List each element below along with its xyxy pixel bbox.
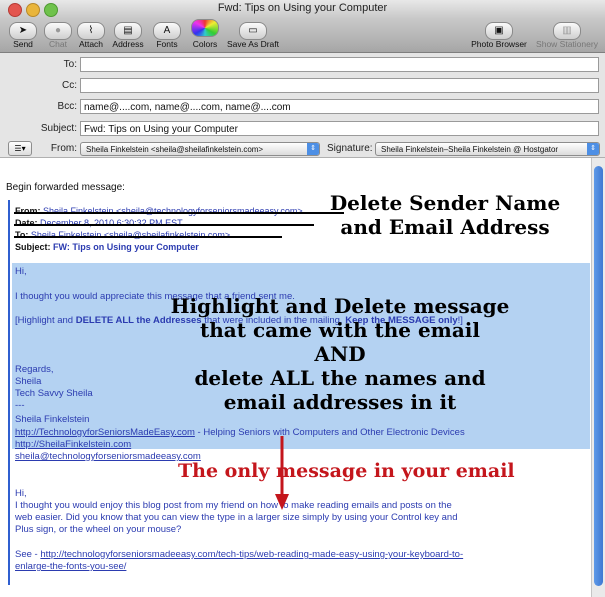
subject-row: Subject: Fwd: Tips on Using your Compute…	[0, 120, 605, 138]
compose-toolbar: ➤ Send ● Chat ⌇ Attach ▤ Address A Fonts…	[0, 18, 605, 53]
body-line-2: web easier. Did you know that you can vi…	[15, 512, 458, 523]
colors-button[interactable]: Colors	[190, 19, 220, 49]
chevron-updown-icon: ⇕	[587, 143, 599, 155]
body-line-1: I thought you would enjoy this blog post…	[15, 500, 452, 511]
photo-browser-icon: ▣	[470, 19, 528, 40]
subject-field[interactable]: Fwd: Tips on Using your Computer	[80, 121, 599, 136]
send-icon: ➤	[8, 19, 38, 40]
regards-text: Regards,	[15, 364, 54, 375]
signature-email-link[interactable]: sheila@technologyforseniorsmadeeasy.com	[15, 451, 201, 462]
signature-title: Tech Savvy Sheila	[15, 388, 93, 399]
from-select[interactable]: Sheila Finkelstein <sheila@sheilafinkels…	[80, 142, 320, 156]
fonts-button[interactable]: A Fonts	[152, 19, 182, 49]
body-line-3: Plus sign, or the wheel on your mouse?	[15, 524, 182, 535]
see-line: See - http://technologyforseniorsmadeeas…	[15, 549, 464, 560]
signature-link-sheila[interactable]: http://SheilaFinkelstein.com	[15, 439, 131, 450]
paperclip-icon: ⌇	[76, 19, 106, 40]
attach-button[interactable]: ⌇ Attach	[76, 19, 106, 49]
save-draft-icon: ▭	[224, 19, 282, 40]
blog-post-link[interactable]: http://technologyforseniorsmadeeasy.com/…	[40, 549, 463, 560]
vertical-scrollbar[interactable]	[591, 158, 605, 597]
forwarded-from-line: From: Sheila Finkelstein <sheila@technol…	[15, 206, 303, 216]
photo-browser-button[interactable]: ▣ Photo Browser	[470, 19, 528, 49]
annotation-highlight-delete: Highlight and Delete message that came w…	[170, 294, 510, 414]
annotation-delete-sender: Delete Sender Name and Email Address	[329, 191, 561, 239]
begin-forwarded-label: Begin forwarded message:	[6, 182, 125, 193]
signature-select[interactable]: Sheila Finkelstein–Sheila Finkelstein @ …	[375, 142, 600, 156]
message-header: To: Cc: Bcc: name@....com, name@....com,…	[0, 53, 605, 157]
signature-link-technology[interactable]: http://TechnologyforSeniorsMadeEasy.com	[15, 427, 195, 438]
bcc-field[interactable]: name@....com, name@....com, name@....com	[80, 99, 599, 114]
blog-post-link-continued[interactable]: enlarge-the-fonts-you-see/	[15, 561, 126, 572]
to-field[interactable]	[80, 57, 599, 72]
chevron-updown-icon: ⇕	[307, 143, 319, 155]
to-row: To:	[0, 56, 605, 74]
stationery-icon: ▥	[534, 19, 600, 40]
address-book-icon: ▤	[111, 19, 145, 40]
color-wheel-icon	[190, 19, 220, 39]
save-as-draft-button[interactable]: ▭ Save As Draft	[224, 19, 282, 49]
show-stationery-button[interactable]: ▥ Show Stationery	[534, 19, 600, 49]
annotation-only-message: The only message in your email	[178, 460, 515, 482]
cc-row: Cc:	[0, 77, 605, 95]
fonts-icon: A	[152, 19, 182, 40]
send-button[interactable]: ➤ Send	[8, 19, 38, 49]
greeting-text-2: Hi,	[15, 488, 27, 499]
greeting-text: Hi,	[15, 266, 27, 277]
scrollbar-thumb[interactable]	[594, 166, 603, 586]
chat-icon: ●	[44, 19, 72, 40]
strikethrough-line	[14, 212, 344, 214]
from-row: ☰▾ From: Sheila Finkelstein <sheila@shei…	[0, 140, 605, 158]
title-bar: Fwd: Tips on Using your Computer	[0, 0, 605, 19]
forwarded-subject-line: Subject: FW: Tips on Using your Computer	[15, 242, 199, 252]
signature-name: Sheila	[15, 376, 42, 387]
strikethrough-line	[14, 224, 314, 226]
forwarded-to-line: To: Sheila Finkelstein <sheila@sheilafin…	[15, 230, 231, 240]
strikethrough-line	[14, 236, 282, 238]
cc-field[interactable]	[80, 78, 599, 93]
bcc-row: Bcc: name@....com, name@....com, name@..…	[0, 98, 605, 116]
red-arrow-icon	[275, 436, 289, 510]
header-options-button[interactable]: ☰▾	[8, 141, 32, 156]
signature-full-name: Sheila Finkelstein	[15, 414, 90, 425]
address-button[interactable]: ▤ Address	[111, 19, 145, 49]
signature-separator: ---	[15, 400, 25, 411]
quote-bar	[8, 200, 10, 585]
forwarded-date-line: Date: December 8, 2010 6:30:32 PM EST	[15, 218, 183, 228]
window-title: Fwd: Tips on Using your Computer	[217, 2, 388, 14]
chat-button[interactable]: ● Chat	[44, 19, 72, 49]
signature-link-line: http://TechnologyforSeniorsMadeEasy.com …	[15, 427, 465, 438]
